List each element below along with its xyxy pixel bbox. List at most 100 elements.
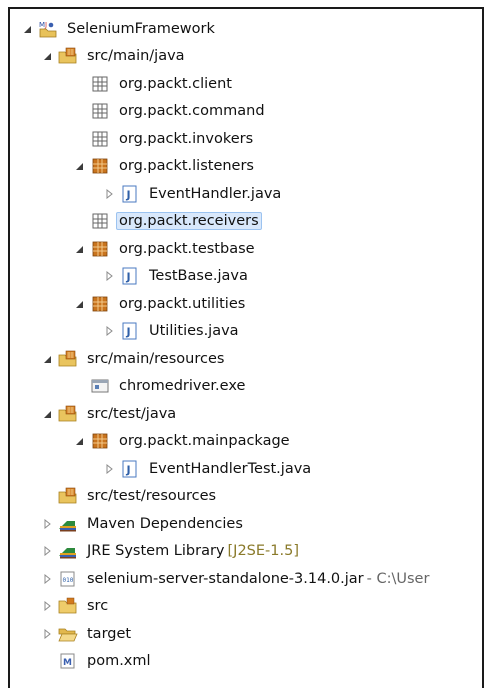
java-file-icon: J xyxy=(120,322,140,340)
tree-item-label: org.packt.mainpackage xyxy=(119,433,290,450)
tree-item-label: org.packt.client xyxy=(119,75,232,92)
library-icon xyxy=(58,542,78,560)
package-explorer-panel: M J SeleniumFramework src/main/java org.pack… xyxy=(8,7,484,688)
tree-item-label: org.packt.receivers xyxy=(116,212,262,231)
expand-arrow-icon[interactable] xyxy=(40,352,54,366)
expand-arrow-icon[interactable] xyxy=(72,159,86,173)
tree-item[interactable]: JRE System Library [J2SE-1.5] xyxy=(10,538,482,566)
tree-item-label: Maven Dependencies xyxy=(87,515,243,532)
tree-item-label: chromedriver.exe xyxy=(119,378,246,395)
package-icon xyxy=(90,295,110,313)
tree-item[interactable]: src/main/resources xyxy=(10,345,482,373)
package-icon xyxy=(90,157,110,175)
maven-pom-icon: M xyxy=(58,652,78,670)
collapse-arrow-icon[interactable] xyxy=(102,324,116,338)
collapse-arrow-icon[interactable] xyxy=(40,517,54,531)
tree-item[interactable]: org.packt.command xyxy=(10,98,482,126)
tree-item[interactable]: M J SeleniumFramework xyxy=(10,15,482,43)
collapse-arrow-icon[interactable] xyxy=(40,599,54,613)
toggle-spacer xyxy=(72,104,86,118)
toggle-spacer xyxy=(72,132,86,146)
tree-item[interactable]: org.packt.invokers xyxy=(10,125,482,153)
svg-text:J: J xyxy=(126,271,131,284)
tree-item[interactable]: chromedriver.exe xyxy=(10,373,482,401)
tree-item[interactable]: org.packt.listeners xyxy=(10,153,482,181)
tree-item[interactable]: J EventHandler.java xyxy=(10,180,482,208)
java-file-icon: J xyxy=(120,185,140,203)
jar-icon: 010 xyxy=(58,570,78,588)
tree-item[interactable]: J Utilities.java xyxy=(10,318,482,346)
tree-item[interactable]: org.packt.mainpackage xyxy=(10,428,482,456)
tree-item[interactable]: src/main/java xyxy=(10,43,482,71)
tree-item[interactable]: J EventHandlerTest.java xyxy=(10,455,482,483)
collapse-arrow-icon[interactable] xyxy=(40,627,54,641)
folder-icon xyxy=(58,597,78,615)
tree-item[interactable]: src/test/java xyxy=(10,400,482,428)
java-file-icon: J xyxy=(120,460,140,478)
tree-item[interactable]: org.packt.receivers xyxy=(10,208,482,236)
maven-project-icon: MJ xyxy=(38,20,58,38)
source-folder-icon xyxy=(58,350,78,368)
svg-text:J: J xyxy=(44,21,47,29)
empty-package-icon xyxy=(90,102,110,120)
tree-item-label: target xyxy=(87,625,132,642)
library-icon xyxy=(58,515,78,533)
expand-arrow-icon[interactable] xyxy=(40,49,54,63)
expand-arrow-icon[interactable] xyxy=(40,407,54,421)
source-folder-icon xyxy=(58,487,78,505)
collapse-arrow-icon[interactable] xyxy=(102,187,116,201)
svg-text:J: J xyxy=(126,188,131,201)
tree-item-label: JRE System Library xyxy=(87,543,225,560)
tree-item-label: TestBase.java xyxy=(149,268,248,285)
tree-item-label: EventHandlerTest.java xyxy=(149,460,312,477)
tree-item[interactable]: Mpom.xml xyxy=(10,648,482,676)
toggle-spacer xyxy=(40,654,54,668)
tree-item-label: src xyxy=(87,598,109,615)
expand-arrow-icon[interactable] xyxy=(72,297,86,311)
expand-arrow-icon[interactable] xyxy=(20,22,34,36)
toggle-spacer xyxy=(40,489,54,503)
tree-item-label: org.packt.testbase xyxy=(119,240,255,257)
collapse-arrow-icon[interactable] xyxy=(40,572,54,586)
toggle-spacer xyxy=(72,77,86,91)
tree-item-label: pom.xml xyxy=(87,653,151,670)
toggle-spacer xyxy=(72,379,86,393)
expand-arrow-icon[interactable] xyxy=(72,242,86,256)
tree-item[interactable]: org.packt.testbase xyxy=(10,235,482,263)
tree-item[interactable]: J TestBase.java xyxy=(10,263,482,291)
tree-item[interactable]: src/test/resources xyxy=(10,483,482,511)
tree-item[interactable]: Maven Dependencies xyxy=(10,510,482,538)
svg-text:010: 010 xyxy=(63,577,74,584)
package-icon xyxy=(90,432,110,450)
tree-item-label: org.packt.listeners xyxy=(119,158,254,175)
empty-package-icon xyxy=(90,212,110,230)
folder-open-icon xyxy=(58,625,78,643)
tree-item-label: src/test/java xyxy=(87,405,177,422)
tree-item-label: src/main/java xyxy=(87,48,185,65)
tree-item-label: org.packt.utilities xyxy=(119,295,246,312)
collapse-arrow-icon[interactable] xyxy=(102,462,116,476)
java-file-icon: J xyxy=(120,267,140,285)
collapse-arrow-icon[interactable] xyxy=(102,269,116,283)
tree-item-label: SeleniumFramework xyxy=(67,20,215,37)
tree-item[interactable]: target xyxy=(10,620,482,648)
source-folder-icon xyxy=(58,47,78,65)
svg-text:J: J xyxy=(126,463,131,476)
empty-package-icon xyxy=(90,75,110,93)
tree-item[interactable]: org.packt.client xyxy=(10,70,482,98)
tree-item[interactable]: src xyxy=(10,593,482,621)
tree-item[interactable]: org.packt.utilities xyxy=(10,290,482,318)
source-folder-icon xyxy=(58,405,78,423)
tree-item-label: org.packt.command xyxy=(119,103,265,120)
project-tree: M J SeleniumFramework src/main/java org.pack… xyxy=(10,15,482,675)
svg-text:M: M xyxy=(63,658,72,668)
tree-item-label: org.packt.invokers xyxy=(119,130,254,147)
toggle-spacer xyxy=(72,214,86,228)
tree-item-label: Utilities.java xyxy=(149,323,239,340)
tree-item-label: EventHandler.java xyxy=(149,185,282,202)
exe-file-icon xyxy=(90,377,110,395)
tree-item[interactable]: 010 selenium-server-standalone-3.14.0.jar… xyxy=(10,565,482,593)
collapse-arrow-icon[interactable] xyxy=(40,544,54,558)
expand-arrow-icon[interactable] xyxy=(72,434,86,448)
tree-item-label: src/main/resources xyxy=(87,350,225,367)
